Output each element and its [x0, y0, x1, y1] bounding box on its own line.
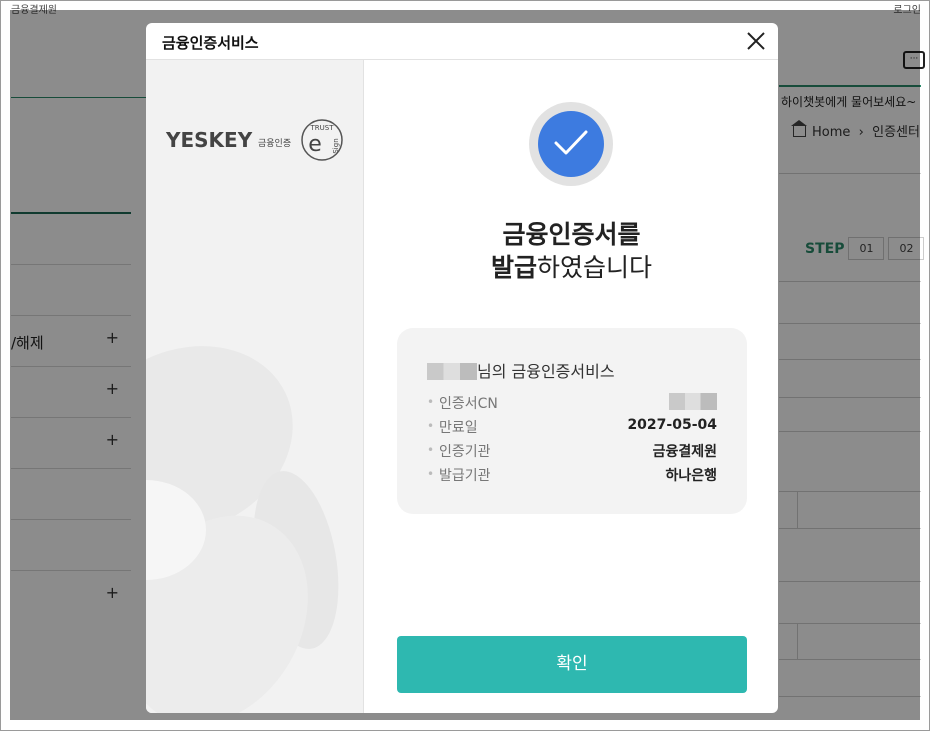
detail-key: 인증서CN — [439, 396, 498, 412]
headline-line-1: 금융인증서를 — [502, 220, 641, 249]
success-message: 금융인증서를 발급하였습니다 — [365, 218, 778, 284]
dialog-title: 금융인증서비스 — [162, 34, 259, 52]
brand-panel: YESKEY 금융인증 TRUST e Sign — [146, 60, 364, 713]
svg-text:Sign: Sign — [332, 138, 340, 153]
certificate-info-card: 님의 금융인증서비스 • 인증서CN • 만료일 2027-05-04 • 인증기관 … — [397, 328, 747, 514]
svg-text:TRUST: TRUST — [310, 124, 335, 132]
checkmark-icon — [538, 111, 604, 177]
detail-row-expiry: • 만료일 2027-05-04 — [427, 417, 717, 436]
detail-value: 2027-05-04 — [627, 417, 717, 433]
masked-name — [427, 363, 477, 380]
detail-value: 금융결제원 — [652, 444, 717, 460]
detail-value: 하나은행 — [665, 468, 717, 484]
success-badge — [529, 102, 613, 186]
result-panel: 금융인증서를 발급하였습니다 님의 금융인증서비스 • 인증서CN • 만료일 20… — [365, 60, 778, 713]
dialog-header: 금융인증서비스 — [146, 23, 778, 60]
svg-text:e: e — [308, 132, 322, 157]
owner-line: 님의 금융인증서비스 — [427, 358, 615, 382]
confirm-button[interactable]: 확인 — [397, 636, 747, 693]
logo-brand: YESKEY — [166, 128, 253, 152]
owner-suffix: 님의 금융인증서비스 — [477, 362, 615, 381]
trust-esign-icon: TRUST e Sign — [301, 119, 343, 161]
masked-cn — [669, 393, 717, 411]
logo-sub: 금융인증 — [258, 139, 292, 149]
certificate-dialog: 금융인증서비스 YESKEY 금융인증 TRUST e Sign 금융인증서를 … — [146, 23, 778, 713]
detail-row-issuer: • 발급기관 하나은행 — [427, 467, 717, 484]
detail-key: 인증기관 — [439, 444, 491, 460]
yeskey-logo: YESKEY 금융인증 TRUST e Sign — [166, 118, 346, 164]
detail-key: 발급기관 — [439, 468, 491, 484]
headline-line-2: 발급하였습니다 — [490, 253, 653, 282]
detail-row-ca: • 인증기관 금융결제원 — [427, 443, 717, 460]
detail-key: 만료일 — [439, 420, 478, 436]
detail-row-cn: • 인증서CN — [427, 393, 717, 415]
close-icon[interactable] — [746, 31, 766, 51]
